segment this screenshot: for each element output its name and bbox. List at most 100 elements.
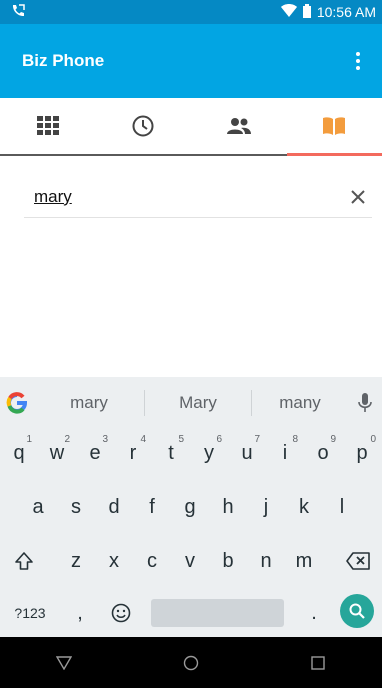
key-label: e: [89, 441, 101, 464]
soft-keyboard: mary Mary many q1 w2 e3 r4 t5 y6 u7 i8 o…: [0, 377, 382, 637]
key-y[interactable]: y6: [190, 429, 228, 477]
search-action-key[interactable]: [340, 594, 374, 628]
key-b[interactable]: b: [209, 537, 247, 585]
clear-search-button[interactable]: [344, 183, 372, 211]
recent-clock-icon: [132, 115, 154, 137]
tab-dialpad[interactable]: [0, 98, 96, 154]
shift-key[interactable]: [0, 537, 48, 585]
key-r[interactable]: r4: [114, 429, 152, 477]
dialpad-icon: [36, 116, 59, 135]
key-c[interactable]: c: [133, 537, 171, 585]
key-row-3: z x c v b n m: [0, 537, 382, 585]
key-hint: 0: [370, 434, 376, 445]
symbols-key[interactable]: ?123: [2, 589, 58, 637]
tab-phonebook[interactable]: [286, 98, 382, 156]
key-e[interactable]: e3: [76, 429, 114, 477]
tab-contacts[interactable]: [191, 98, 287, 154]
key-x[interactable]: x: [95, 537, 133, 585]
microphone-button[interactable]: [348, 393, 382, 413]
tab-bar: [0, 98, 382, 156]
contacts-icon: [226, 118, 251, 134]
key-hint: 8: [292, 434, 298, 445]
system-nav-bar: [0, 637, 382, 688]
key-hint: 2: [64, 434, 70, 445]
key-q[interactable]: q1: [0, 429, 38, 477]
key-row-2: a s d f g h j k l: [0, 483, 382, 531]
app-title: Biz Phone: [22, 51, 105, 70]
key-hint: 1: [26, 434, 32, 445]
key-label: o: [317, 441, 329, 464]
back-button[interactable]: [34, 643, 94, 683]
status-time: 10:56 AM: [316, 4, 376, 20]
emoji-key[interactable]: [102, 589, 140, 637]
status-right: 10:56 AM: [280, 3, 376, 21]
key-n[interactable]: n: [247, 537, 285, 585]
recents-button[interactable]: [288, 643, 348, 683]
key-label: u: [241, 441, 253, 464]
recents-square-icon: [311, 655, 326, 670]
key-label: w: [49, 441, 65, 464]
key-row-1: q1 w2 e3 r4 t5 y6 u7 i8 o9 p0: [0, 429, 382, 477]
suggestion-2[interactable]: Mary: [145, 393, 251, 413]
search-field[interactable]: mary: [24, 176, 372, 218]
key-hint: 6: [216, 434, 222, 445]
key-h[interactable]: h: [209, 483, 247, 531]
shift-icon: [15, 552, 33, 570]
overflow-dot: [356, 59, 360, 63]
key-t[interactable]: t5: [152, 429, 190, 477]
microphone-icon: [358, 393, 372, 412]
key-o[interactable]: o9: [304, 429, 342, 477]
key-hint: 3: [102, 434, 108, 445]
key-k[interactable]: k: [285, 483, 323, 531]
suggestion-3[interactable]: many: [252, 393, 348, 413]
suggestion-strip: mary Mary many: [0, 377, 382, 429]
suggestion-1[interactable]: mary: [34, 393, 144, 413]
key-hint: 7: [254, 434, 260, 445]
comma-key[interactable]: ,: [62, 589, 98, 637]
key-s[interactable]: s: [57, 483, 95, 531]
key-i[interactable]: i8: [266, 429, 304, 477]
key-hint: 5: [178, 434, 184, 445]
key-hint: 9: [330, 434, 336, 445]
overflow-menu-button[interactable]: [348, 49, 368, 73]
key-label: p: [356, 441, 368, 464]
key-a[interactable]: a: [19, 483, 57, 531]
close-icon: [351, 189, 365, 204]
overflow-dot: [356, 52, 360, 56]
key-label: q: [13, 441, 25, 464]
home-button[interactable]: [161, 643, 221, 683]
key-label: t: [168, 441, 174, 464]
period-key[interactable]: .: [296, 589, 332, 637]
google-g-icon[interactable]: [0, 392, 34, 414]
tab-recents[interactable]: [96, 98, 192, 154]
key-d[interactable]: d: [95, 483, 133, 531]
search-icon: [349, 603, 365, 619]
key-hint: 4: [140, 434, 146, 445]
backspace-key[interactable]: [334, 537, 382, 585]
key-p[interactable]: p0: [342, 429, 382, 477]
back-triangle-icon: [55, 655, 72, 670]
key-z[interactable]: z: [57, 537, 95, 585]
key-m[interactable]: m: [285, 537, 323, 585]
key-label: y: [204, 441, 214, 464]
search-input[interactable]: mary: [24, 187, 72, 207]
key-label: r: [129, 441, 137, 464]
home-circle-icon: [183, 655, 199, 670]
battery-icon: [302, 3, 311, 21]
key-l[interactable]: l: [323, 483, 361, 531]
overflow-dot: [356, 66, 360, 70]
key-w[interactable]: w2: [38, 429, 76, 477]
emoji-icon: [111, 603, 131, 623]
key-row-4: ?123 , .: [0, 589, 382, 637]
voicemail-call-icon: [10, 3, 26, 22]
status-bar: 10:56 AM: [0, 0, 382, 24]
phonebook-icon: [323, 117, 346, 135]
key-f[interactable]: f: [133, 483, 171, 531]
key-g[interactable]: g: [171, 483, 209, 531]
app-bar: Biz Phone: [0, 24, 382, 98]
space-bar[interactable]: [151, 599, 284, 627]
key-u[interactable]: u7: [228, 429, 266, 477]
key-j[interactable]: j: [247, 483, 285, 531]
key-v[interactable]: v: [171, 537, 209, 585]
backspace-icon: [346, 552, 370, 570]
